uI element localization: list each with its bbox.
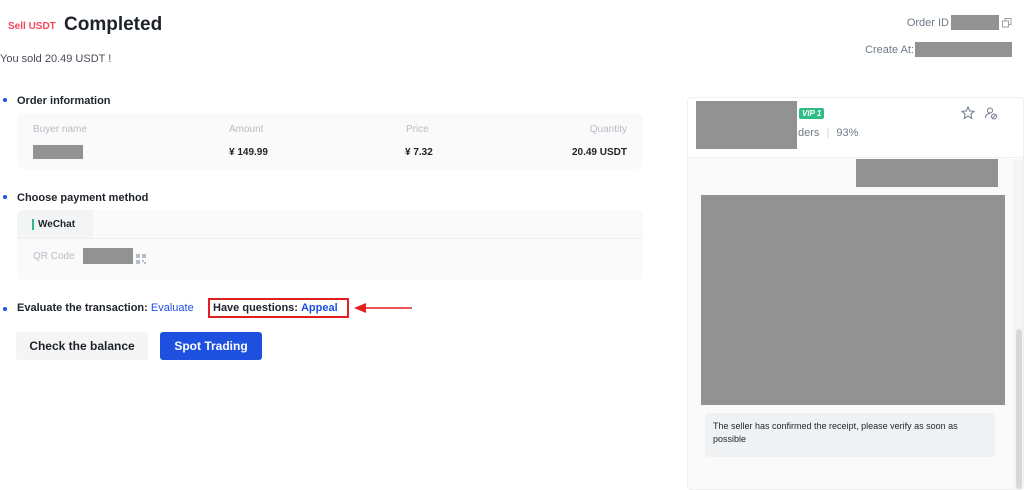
payment-tab-wechat[interactable]: WeChat [17, 210, 93, 238]
payment-method-label: WeChat [38, 218, 76, 230]
chat-panel: VIP 1 ders | 93% The seller has confirme… [687, 97, 1024, 490]
evaluate-label: Evaluate the transaction: [17, 302, 148, 314]
qr-code-icon[interactable] [136, 251, 146, 264]
page-title: Completed [64, 14, 163, 35]
questions-label: Have questions: [213, 302, 298, 314]
copy-icon[interactable] [1002, 17, 1012, 28]
stats-separator: | [826, 127, 830, 139]
chat-scrollbar[interactable] [1013, 159, 1023, 489]
chat-image-redacted [701, 195, 1005, 405]
wechat-indicator [32, 218, 34, 230]
order-info-box: Buyer name Amount ¥ 149.99 Price ¥ 7.32 … [17, 113, 643, 169]
amount-column: Amount ¥ 149.99 [229, 124, 268, 158]
seller-stats: ders | 93% [798, 127, 858, 139]
sell-tag: Sell USDT [8, 21, 56, 32]
chat-message-redacted [856, 159, 998, 187]
completion-rate: 93% [836, 127, 859, 139]
price-value: ¥ 7.32 [405, 147, 433, 158]
quantity-header: Quantity [589, 124, 627, 135]
sold-message: You sold 20.49 USDT ! [0, 53, 112, 65]
vip-badge: VIP 1 [799, 108, 825, 119]
buyer-column: Buyer name [33, 124, 87, 159]
order-info-title: Order information [17, 95, 111, 107]
seller-name-redacted [696, 101, 797, 149]
amount-header: Amount [229, 124, 264, 135]
quantity-column: Quantity 20.49 USDT [572, 124, 627, 158]
star-icon[interactable] [960, 105, 976, 120]
appeal-link[interactable]: Appeal [301, 302, 338, 314]
buyer-name-header: Buyer name [33, 124, 87, 135]
appeal-highlight: Have questions: Appeal [208, 298, 349, 318]
order-id-label: Order ID [906, 16, 949, 29]
qr-code-label: QR Code [33, 251, 75, 262]
chat-header: VIP 1 ders | 93% [688, 98, 1023, 158]
section-bullet [3, 307, 7, 311]
check-balance-button[interactable]: Check the balance [16, 332, 148, 360]
scrollbar-thumb[interactable] [1016, 329, 1022, 489]
chat-messages: The seller has confirmed the receipt, pl… [688, 159, 1013, 489]
section-bullet [3, 195, 7, 199]
order-id-redacted [951, 15, 999, 30]
system-message: The seller has confirmed the receipt, pl… [705, 413, 995, 457]
evaluate-row: Evaluate the transaction: Evaluate [17, 302, 194, 314]
price-header: Price [406, 124, 429, 135]
amount-value: ¥ 149.99 [229, 147, 268, 158]
order-id: Order ID [907, 15, 1012, 30]
user-block-icon[interactable] [984, 106, 998, 120]
price-column: Price ¥ 7.32 [405, 124, 433, 158]
divider [17, 238, 643, 239]
order-header: Sell USDT Completed You sold 20.49 USDT … [0, 0, 1024, 90]
section-bullet [3, 98, 7, 102]
create-at-redacted [915, 42, 1012, 57]
quantity-value: 20.49 USDT [571, 147, 627, 158]
buyer-name-redacted [33, 145, 83, 159]
evaluate-link[interactable]: Evaluate [151, 302, 194, 314]
qr-code-redacted [83, 248, 133, 264]
spot-trading-button[interactable]: Spot Trading [160, 332, 262, 360]
create-at-label: Create At: [865, 43, 914, 56]
orders-text: ders [798, 127, 820, 139]
payment-method-title: Choose payment method [17, 192, 149, 204]
payment-method-box: WeChat QR Code [17, 210, 643, 280]
create-at: Create At: [865, 42, 1012, 57]
arrow-left-icon [354, 303, 412, 313]
